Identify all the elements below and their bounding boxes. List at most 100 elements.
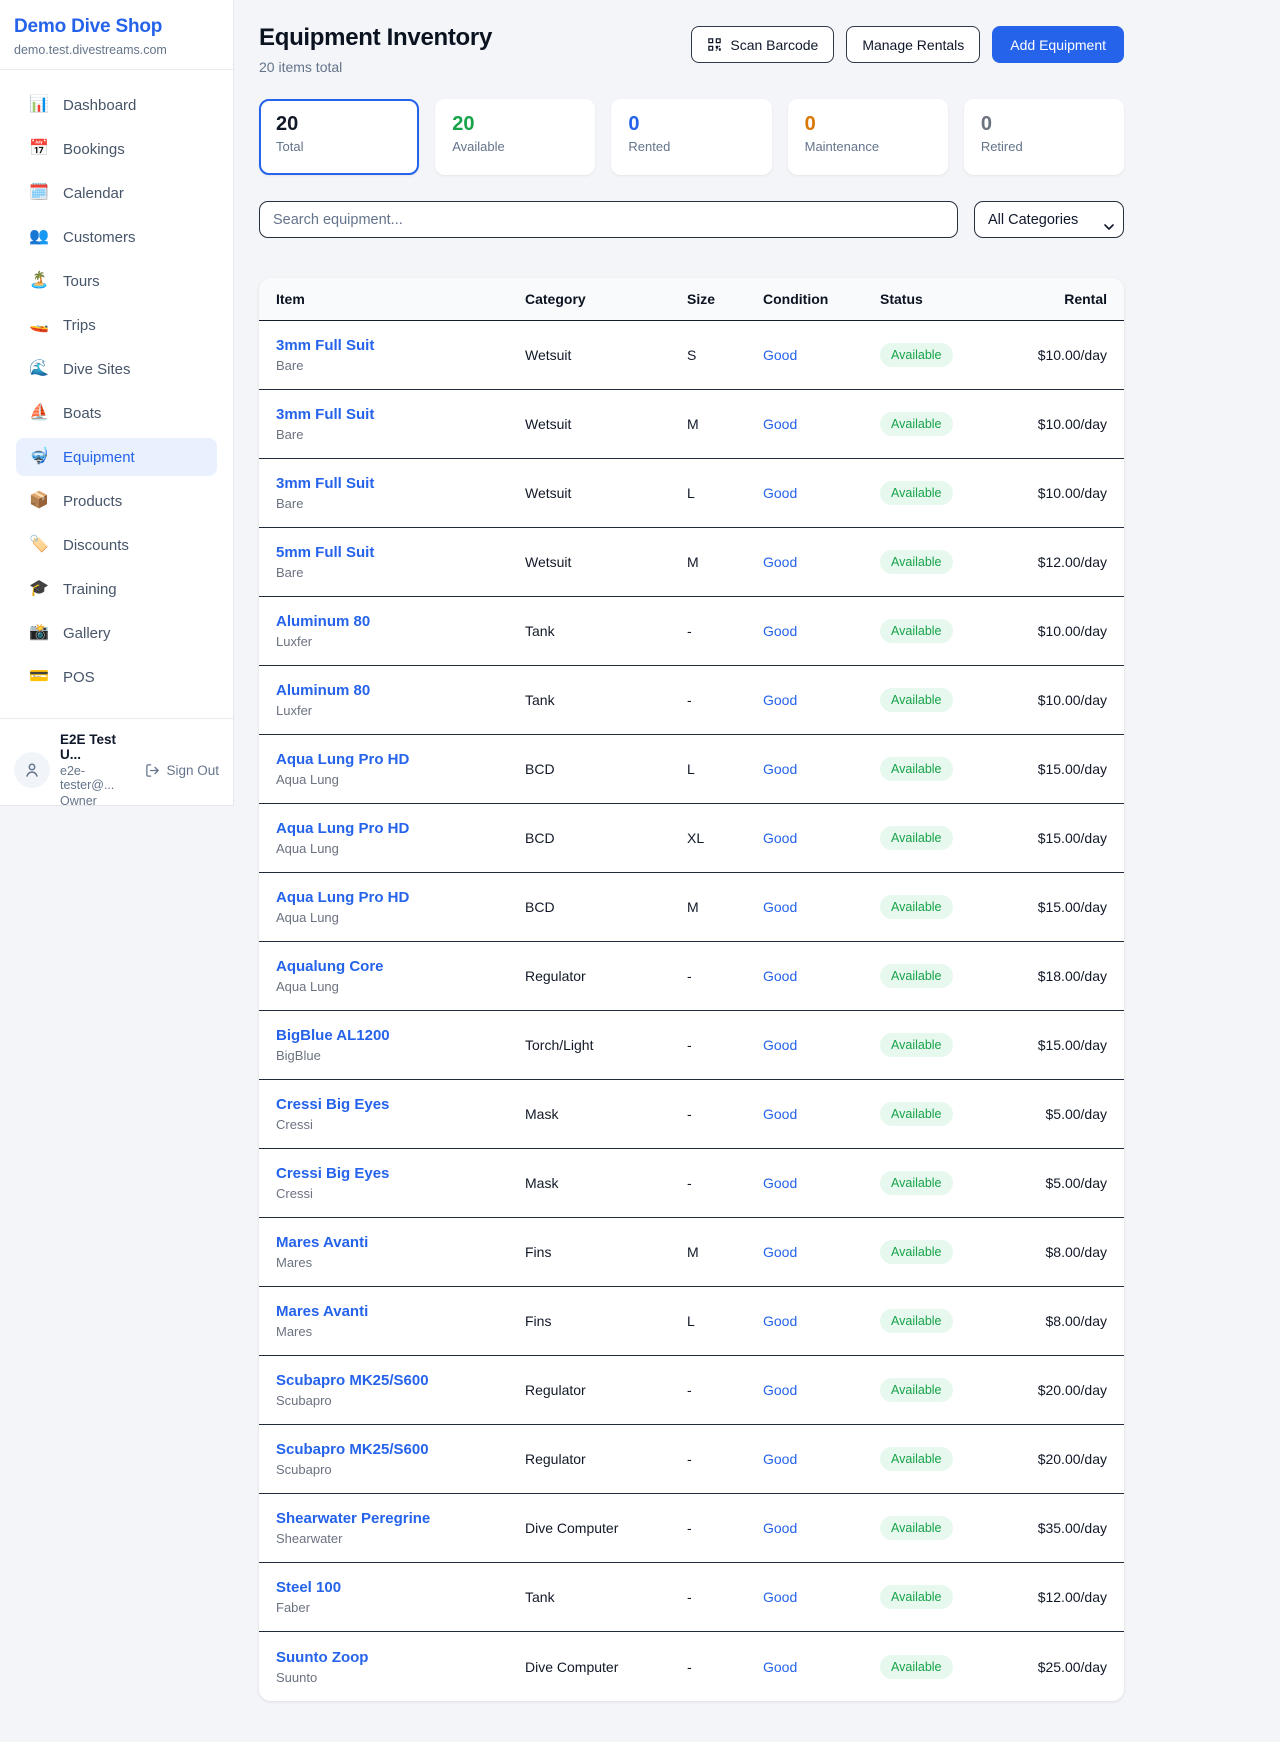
item-name-link[interactable]: Cressi Big Eyes — [276, 1165, 525, 1182]
item-name-link[interactable]: 3mm Full Suit — [276, 337, 525, 354]
condition-link[interactable]: Good — [763, 623, 880, 639]
condition-link[interactable]: Good — [763, 692, 880, 708]
sidebar-item-gallery[interactable]: 📸Gallery — [16, 614, 217, 652]
condition-link[interactable]: Good — [763, 1520, 880, 1536]
sidebar-item-calendar[interactable]: 🗓️Calendar — [16, 174, 217, 212]
status-badge: Available — [880, 1102, 953, 1126]
item-brand: Luxfer — [276, 703, 525, 718]
stat-card-retired[interactable]: 0Retired — [964, 99, 1124, 175]
sidebar-item-customers[interactable]: 👥Customers — [16, 218, 217, 256]
item-name-link[interactable]: Aluminum 80 — [276, 682, 525, 699]
cell-size: L — [687, 485, 763, 501]
stat-card-maintenance[interactable]: 0Maintenance — [788, 99, 948, 175]
add-equipment-button[interactable]: Add Equipment — [992, 26, 1124, 63]
sign-out-button[interactable]: Sign Out — [145, 763, 219, 778]
item-name-link[interactable]: Shearwater Peregrine — [276, 1510, 525, 1527]
item-cell: 3mm Full SuitBare — [276, 475, 525, 511]
column-header-item: Item — [276, 291, 525, 307]
item-name-link[interactable]: Aluminum 80 — [276, 613, 525, 630]
item-name-link[interactable]: 3mm Full Suit — [276, 475, 525, 492]
item-brand: Luxfer — [276, 634, 525, 649]
stat-card-total[interactable]: 20Total — [259, 99, 419, 175]
condition-link[interactable]: Good — [763, 1106, 880, 1122]
cell-rental: $10.00/day — [989, 692, 1107, 708]
condition-link[interactable]: Good — [763, 1659, 880, 1675]
cell-category: Mask — [525, 1175, 687, 1191]
item-name-link[interactable]: BigBlue AL1200 — [276, 1027, 525, 1044]
status-badge: Available — [880, 1240, 953, 1264]
condition-link[interactable]: Good — [763, 1037, 880, 1053]
sidebar-item-trips[interactable]: 🚤Trips — [16, 306, 217, 344]
cell-category: Tank — [525, 1589, 687, 1605]
item-cell: Aqua Lung Pro HDAqua Lung — [276, 889, 525, 925]
item-name-link[interactable]: Aqua Lung Pro HD — [276, 820, 525, 837]
item-name-link[interactable]: Aqualung Core — [276, 958, 525, 975]
item-name-link[interactable]: Suunto Zoop — [276, 1649, 525, 1666]
status-badge: Available — [880, 1033, 953, 1057]
brand-title[interactable]: Demo Dive Shop — [14, 16, 219, 38]
condition-link[interactable]: Good — [763, 899, 880, 915]
status-badge: Available — [880, 1585, 953, 1609]
condition-link[interactable]: Good — [763, 1382, 880, 1398]
sidebar-item-bookings[interactable]: 📅Bookings — [16, 130, 217, 168]
cell-category: Wetsuit — [525, 347, 687, 363]
condition-link[interactable]: Good — [763, 830, 880, 846]
status-badge: Available — [880, 688, 953, 712]
condition-link[interactable]: Good — [763, 968, 880, 984]
condition-link[interactable]: Good — [763, 1313, 880, 1329]
condition-link[interactable]: Good — [763, 1244, 880, 1260]
cell-size: - — [687, 1106, 763, 1122]
item-cell: 5mm Full SuitBare — [276, 544, 525, 580]
user-name: E2E Test U... — [60, 732, 135, 762]
column-header-rental: Rental — [989, 291, 1107, 307]
cell-rental: $10.00/day — [989, 347, 1107, 363]
condition-link[interactable]: Good — [763, 347, 880, 363]
cell-size: - — [687, 1175, 763, 1191]
sidebar-item-products[interactable]: 📦Products — [16, 482, 217, 520]
sidebar-item-dashboard[interactable]: 📊Dashboard — [16, 86, 217, 124]
search-input[interactable] — [259, 201, 958, 238]
user-role: Owner — [60, 794, 135, 808]
stat-value: 0 — [981, 113, 1107, 136]
manage-rentals-button[interactable]: Manage Rentals — [846, 26, 980, 63]
item-name-link[interactable]: Steel 100 — [276, 1579, 525, 1596]
item-cell: Aluminum 80 Luxfer — [276, 613, 525, 649]
condition-link[interactable]: Good — [763, 1451, 880, 1467]
stat-card-available[interactable]: 20Available — [435, 99, 595, 175]
sidebar-item-dive-sites[interactable]: 🌊Dive Sites — [16, 350, 217, 388]
item-name-link[interactable]: Mares Avanti — [276, 1303, 525, 1320]
cell-rental: $8.00/day — [989, 1244, 1107, 1260]
condition-link[interactable]: Good — [763, 1175, 880, 1191]
spiral-calendar-icon: 🗓️ — [28, 185, 50, 201]
sidebar-item-training[interactable]: 🎓Training — [16, 570, 217, 608]
scan-barcode-button[interactable]: Scan Barcode — [691, 26, 834, 63]
sidebar-item-equipment[interactable]: 🤿Equipment — [16, 438, 217, 476]
cell-category: Mask — [525, 1106, 687, 1122]
category-filter[interactable]: All Categories — [974, 201, 1124, 238]
condition-link[interactable]: Good — [763, 485, 880, 501]
item-name-link[interactable]: 3mm Full Suit — [276, 406, 525, 423]
add-equipment-label: Add Equipment — [1010, 37, 1106, 53]
cell-status: Available — [880, 757, 989, 781]
item-name-link[interactable]: Cressi Big Eyes — [276, 1096, 525, 1113]
item-name-link[interactable]: Scubapro MK25/S600 — [276, 1441, 525, 1458]
sidebar-item-pos[interactable]: 💳POS — [16, 658, 217, 696]
item-name-link[interactable]: Aqua Lung Pro HD — [276, 889, 525, 906]
condition-link[interactable]: Good — [763, 416, 880, 432]
sidebar-item-discounts[interactable]: 🏷️Discounts — [16, 526, 217, 564]
stat-card-rented[interactable]: 0Rented — [611, 99, 771, 175]
item-cell: 3mm Full SuitBare — [276, 406, 525, 442]
condition-link[interactable]: Good — [763, 554, 880, 570]
avatar — [14, 752, 50, 788]
cell-category: Dive Computer — [525, 1659, 687, 1675]
item-cell: Aluminum 80 Luxfer — [276, 682, 525, 718]
condition-link[interactable]: Good — [763, 1589, 880, 1605]
item-name-link[interactable]: Scubapro MK25/S600 — [276, 1372, 525, 1389]
item-name-link[interactable]: 5mm Full Suit — [276, 544, 525, 561]
sidebar-item-boats[interactable]: ⛵Boats — [16, 394, 217, 432]
sidebar-item-tours[interactable]: 🏝️Tours — [16, 262, 217, 300]
cell-category: Wetsuit — [525, 416, 687, 432]
condition-link[interactable]: Good — [763, 761, 880, 777]
item-name-link[interactable]: Mares Avanti — [276, 1234, 525, 1251]
item-name-link[interactable]: Aqua Lung Pro HD — [276, 751, 525, 768]
